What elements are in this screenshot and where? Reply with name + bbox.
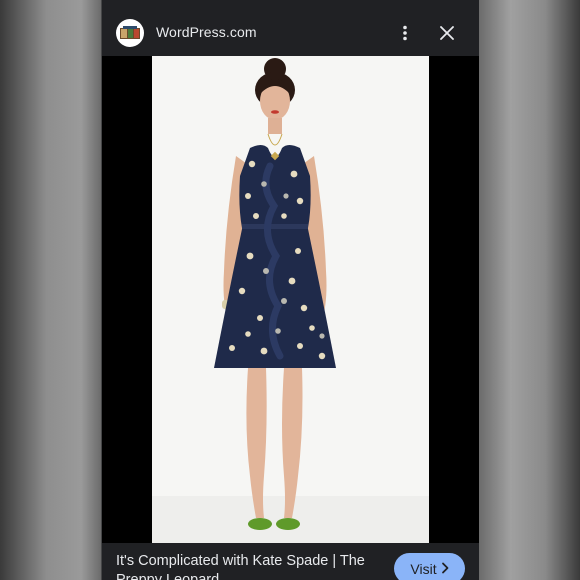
site-favicon[interactable] (116, 19, 144, 47)
visit-button-label: Visit (410, 560, 437, 577)
site-name[interactable]: WordPress.com (156, 24, 257, 40)
close-icon[interactable] (436, 22, 458, 44)
preview-image-area (102, 56, 479, 543)
preview-photo[interactable] (152, 56, 429, 543)
more-vertical-icon[interactable] (394, 20, 416, 46)
dress-photo-illustration (152, 58, 429, 543)
preview-header: WordPress.com (102, 0, 479, 56)
screen: { "header": { "site_name": "WordPress.co… (0, 0, 580, 580)
chevron-right-icon (441, 561, 449, 577)
visit-button[interactable]: Visit (394, 553, 465, 580)
result-caption[interactable]: It's Complicated with Kate Spade | The P… (116, 552, 386, 580)
image-preview-panel: WordPress.com It's Complicated with Kate… (102, 0, 479, 580)
